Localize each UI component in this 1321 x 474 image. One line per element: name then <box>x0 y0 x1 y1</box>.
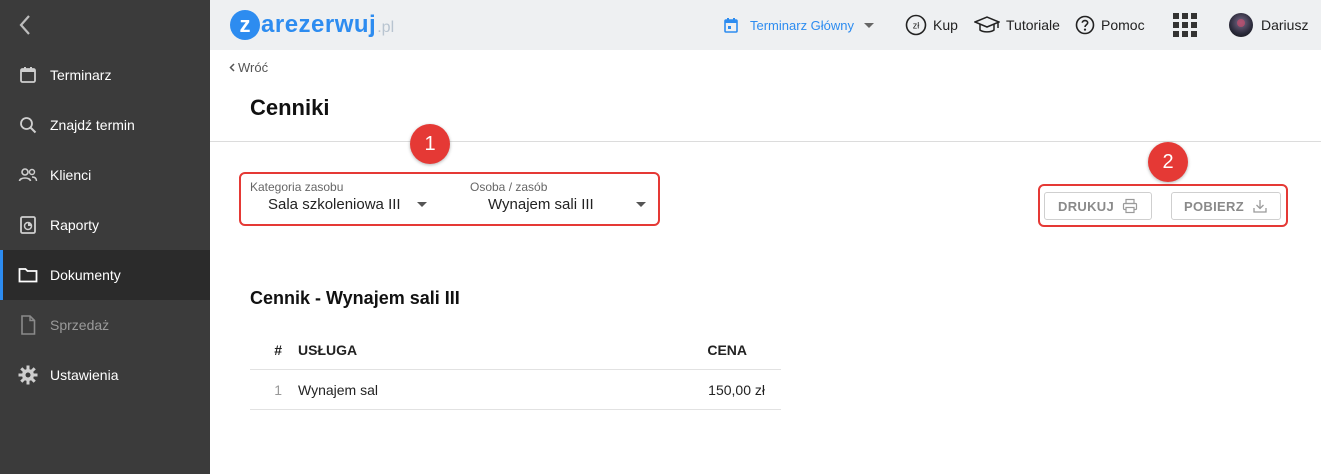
pricelist-table: # USŁUGA CENA 1 Wynajem sal 150,00 zł <box>250 330 781 410</box>
logo-suffix: .pl <box>377 18 395 36</box>
tutorials-label: Tutoriale <box>1006 17 1060 33</box>
coin-icon-text: zł <box>913 21 920 31</box>
graduation-cap-icon <box>974 15 1000 35</box>
help-link[interactable]: Pomoc <box>1075 0 1145 50</box>
sidebar-item-label: Klienci <box>50 167 92 183</box>
calendar-selector-label: Terminarz Główny <box>750 17 855 33</box>
top-bar: z arezerwuj .pl Terminarz Główny zł Kup … <box>210 0 1321 50</box>
back-label: Wróć <box>238 60 269 75</box>
chevron-down-icon <box>416 202 427 207</box>
category-select[interactable]: Kategoria zasobu Sala szkoleniowa III <box>250 180 430 213</box>
calendar-selector[interactable]: Terminarz Główny <box>724 0 875 50</box>
resource-select[interactable]: Osoba / zasób Wynajem sali III <box>470 180 650 213</box>
sidebar-item-znajdz-termin[interactable]: Znajdź termin <box>0 100 210 150</box>
back-link[interactable]: Wróć <box>229 60 268 75</box>
apps-grid-icon[interactable] <box>1173 13 1197 37</box>
step-badge-2: 2 <box>1148 142 1188 182</box>
users-icon <box>18 165 38 185</box>
chevron-left-icon <box>229 61 235 75</box>
sidebar-item-label: Znajdź termin <box>50 117 135 133</box>
column-header-price: CENA <box>707 342 747 358</box>
chevron-down-icon <box>864 22 875 28</box>
sidebar-item-dokumenty[interactable]: Dokumenty <box>0 250 210 300</box>
user-name: Dariusz <box>1261 17 1309 33</box>
app-logo[interactable]: z arezerwuj .pl <box>230 7 394 43</box>
sidebar-item-label: Ustawienia <box>50 367 119 383</box>
sidebar-item-label: Dokumenty <box>50 267 121 283</box>
coin-icon: zł <box>905 14 927 36</box>
help-label: Pomoc <box>1101 17 1145 33</box>
avatar <box>1229 13 1253 37</box>
pricelist-title: Cennik - Wynajem sali III <box>250 288 460 308</box>
sidebar-item-terminarz[interactable]: Terminarz <box>0 50 210 100</box>
page-title: Cenniki <box>250 95 330 120</box>
row-price: 150,00 zł <box>708 382 765 398</box>
tutorials-link[interactable]: Tutoriale <box>974 0 1060 50</box>
row-num: 1 <box>274 382 282 398</box>
file-icon <box>18 315 38 335</box>
table-header-row: # USŁUGA CENA <box>250 330 781 370</box>
calendar-icon <box>724 17 738 33</box>
table-row: 1 Wynajem sal 150,00 zł <box>250 370 781 410</box>
header-divider <box>210 141 1321 142</box>
buy-link[interactable]: zł Kup <box>905 0 958 50</box>
logo-text: arezerwuj <box>261 11 377 38</box>
help-icon <box>1075 15 1095 35</box>
sidebar-item-label: Raporty <box>50 217 100 233</box>
logo-mark: z <box>230 10 260 40</box>
step-badge-1: 1 <box>410 124 450 164</box>
folder-icon <box>18 265 38 285</box>
download-icon <box>1252 198 1268 214</box>
sidebar-item-klienci[interactable]: Klienci <box>0 150 210 200</box>
resource-label: Osoba / zasób <box>470 180 548 194</box>
sidebar: Terminarz Znajdź termin Klienci Raporty … <box>0 0 210 474</box>
download-button[interactable]: POBIERZ <box>1171 192 1281 220</box>
print-button[interactable]: DRUKUJ <box>1044 192 1152 220</box>
category-label: Kategoria zasobu <box>250 180 344 194</box>
collapse-sidebar-button[interactable] <box>0 0 210 50</box>
sidebar-item-label: Terminarz <box>50 67 112 83</box>
user-menu[interactable]: Dariusz <box>1229 0 1308 50</box>
row-service: Wynajem sal <box>298 382 379 398</box>
search-icon <box>18 115 38 135</box>
buy-label: Kup <box>933 17 958 33</box>
print-label: DRUKUJ <box>1058 198 1114 214</box>
sidebar-item-label: Sprzedaż <box>50 317 110 333</box>
chevron-down-icon <box>635 202 646 207</box>
resource-value: Wynajem sali III <box>488 196 594 213</box>
report-icon <box>18 215 38 235</box>
sidebar-item-raporty[interactable]: Raporty <box>0 200 210 250</box>
printer-icon <box>1122 198 1138 214</box>
download-label: POBIERZ <box>1184 198 1244 214</box>
column-header-num: # <box>274 342 282 358</box>
calendar-icon <box>18 65 38 85</box>
sidebar-item-ustawienia[interactable]: Ustawienia <box>0 350 210 400</box>
category-value: Sala szkoleniowa III <box>268 196 401 213</box>
chevron-left-icon <box>19 15 30 35</box>
gear-icon <box>18 365 38 385</box>
sidebar-item-sprzedaz[interactable]: Sprzedaż <box>0 300 210 350</box>
column-header-service: USŁUGA <box>298 342 358 358</box>
